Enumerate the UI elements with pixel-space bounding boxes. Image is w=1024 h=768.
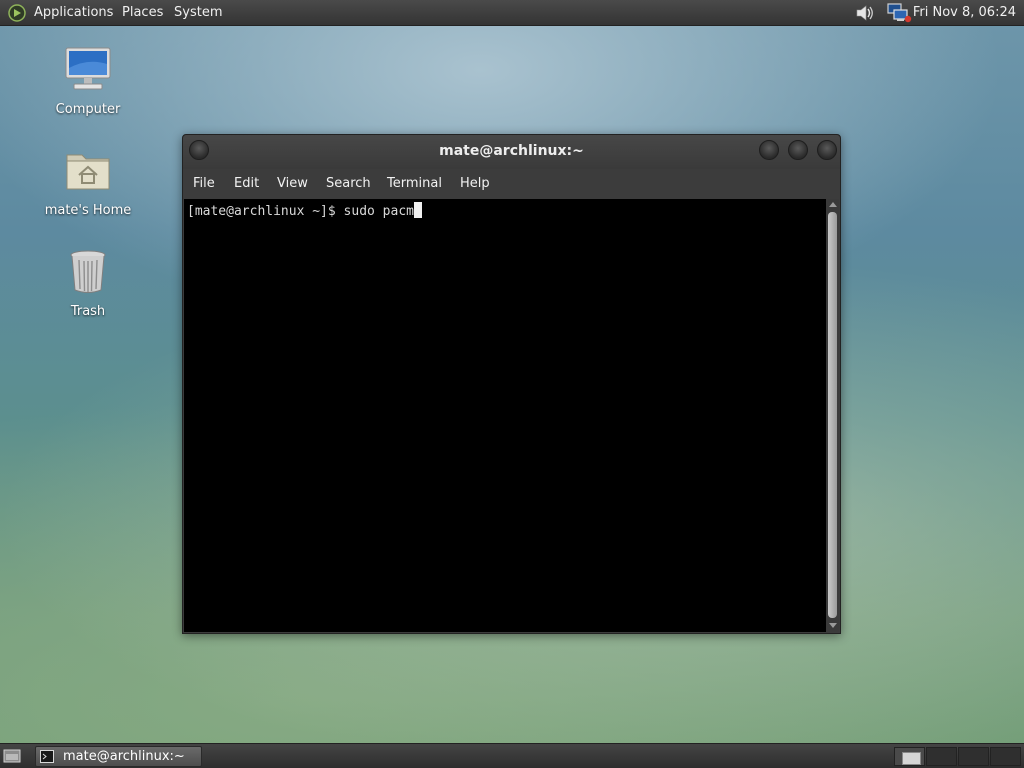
terminal-line: [mate@archlinux ~]$ sudo pacm	[187, 202, 422, 219]
desktop-icon-computer[interactable]: Computer	[33, 44, 143, 117]
trash-icon	[70, 250, 106, 293]
close-button[interactable]	[817, 140, 837, 160]
text-cursor	[414, 202, 422, 218]
desktop-icon-home[interactable]: mate's Home	[33, 145, 143, 218]
taskbar-item-label: mate@archlinux:~	[63, 749, 185, 764]
menu-terminal[interactable]: Terminal	[387, 176, 442, 191]
workspace-window-preview	[902, 752, 921, 765]
volume-icon[interactable]	[854, 2, 876, 24]
shell-prompt: [mate@archlinux ~]$	[187, 204, 344, 219]
mate-logo-icon[interactable]	[8, 4, 26, 22]
typed-command: sudo pacm	[343, 204, 414, 219]
terminal-window: mate@archlinux:~ File Edit View Search T…	[182, 134, 841, 634]
terminal-scrollbar[interactable]	[826, 199, 839, 632]
taskbar-item-terminal[interactable]: mate@archlinux:~	[35, 746, 202, 767]
scroll-up-arrow-icon[interactable]	[829, 202, 837, 207]
workspace-2[interactable]	[926, 747, 957, 766]
clock[interactable]: Fri Nov 8, 06:24	[913, 5, 1016, 20]
workspace-1[interactable]	[894, 747, 925, 766]
menu-file[interactable]: File	[193, 176, 215, 191]
bottom-panel: mate@archlinux:~	[0, 743, 1024, 768]
scroll-down-arrow-icon[interactable]	[829, 623, 837, 628]
menu-edit[interactable]: Edit	[234, 176, 259, 191]
menu-view[interactable]: View	[277, 176, 308, 191]
desktop-icon-trash[interactable]: Trash	[33, 246, 143, 319]
top-panel: Applications Places System Fri Nov 8, 06…	[0, 0, 1024, 26]
desktop-icon-label: Computer	[55, 102, 121, 117]
menu-help[interactable]: Help	[460, 176, 490, 191]
show-desktop-icon[interactable]	[3, 748, 21, 764]
menu-search[interactable]: Search	[326, 176, 371, 191]
workspace-3[interactable]	[958, 747, 989, 766]
terminal-icon	[40, 750, 54, 763]
applications-menu[interactable]: Applications	[34, 5, 113, 20]
network-icon[interactable]	[886, 2, 912, 24]
maximize-button[interactable]	[788, 140, 808, 160]
scrollbar-thumb[interactable]	[828, 212, 837, 618]
window-titlebar[interactable]: mate@archlinux:~	[183, 135, 840, 169]
workspace-4[interactable]	[990, 747, 1021, 766]
desktop-icon-label: Trash	[70, 304, 106, 319]
minimize-button[interactable]	[759, 140, 779, 160]
terminal-output[interactable]: [mate@archlinux ~]$ sudo pacm	[184, 199, 826, 632]
home-folder-icon	[66, 154, 110, 190]
window-title: mate@archlinux:~	[439, 143, 584, 159]
places-menu[interactable]: Places	[122, 5, 163, 20]
terminal-menubar: File Edit View Search Terminal Help	[183, 169, 840, 199]
system-menu[interactable]: System	[174, 5, 222, 20]
desktop-icon-label: mate's Home	[44, 203, 132, 218]
computer-monitor-icon	[65, 47, 111, 90]
